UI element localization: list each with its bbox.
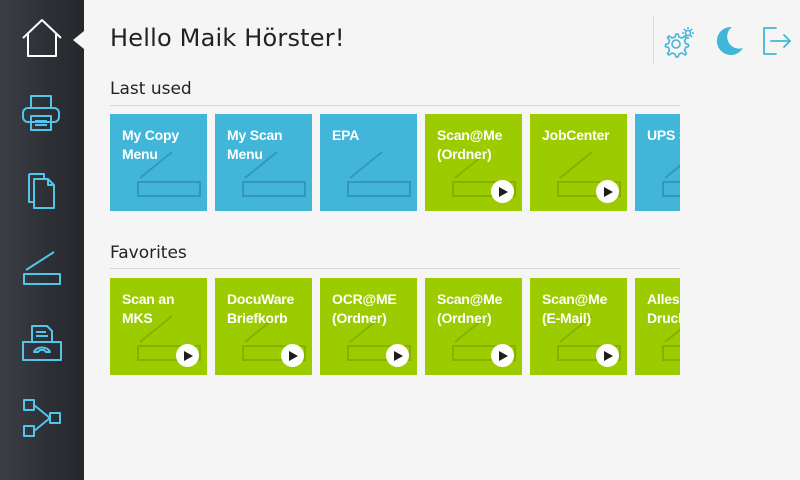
play-icon[interactable] [176,344,199,367]
tile-label: Alles Druck [647,291,680,326]
scanner-icon [20,244,64,293]
fax-icon [20,320,64,369]
scanner-watermark-icon [662,164,680,197]
sidebar [0,0,84,480]
home-icon [20,16,64,65]
section-divider [110,268,680,269]
logout-icon[interactable] [760,24,794,58]
workflow-tile[interactable]: JobCenter [530,114,627,211]
section-title-last-used: Last used [110,79,192,99]
favorites-tiles: Scan an MKS DocuWare Briefkorb OCR@ME (Ord… [110,278,680,375]
printer-icon [20,92,64,141]
workflow-tile[interactable]: DocuWare Briefkorb [215,278,312,375]
workflow-tile[interactable]: Scan@Me (E-Mail) [530,278,627,375]
sidebar-item-workflow[interactable] [0,388,84,452]
workflow-tile[interactable]: UPS S [635,114,680,211]
section-title-favorites: Favorites [110,243,187,263]
play-icon[interactable] [596,180,619,203]
play-icon[interactable] [596,344,619,367]
play-icon[interactable] [491,180,514,203]
workflow-tile[interactable]: Alles Druck [635,278,680,375]
settings-icon[interactable] [663,24,697,58]
tile-label: OCR@ME (Ordner) [332,291,397,326]
tile-label: Scan@Me (Ordner) [437,127,503,162]
workflow-tile[interactable]: OCR@ME (Ordner) [320,278,417,375]
tile-label: UPS S [647,127,680,143]
tile-label: Scan@Me (Ordner) [437,291,503,326]
last-used-tiles: My Copy Menu My Scan Menu EPA Scan@Me (Ordn… [110,114,680,211]
tile-label: DocuWare Briefkorb [227,291,295,326]
sidebar-item-home[interactable] [0,8,84,72]
section-divider [110,105,680,106]
sidebar-item-print[interactable] [0,84,84,148]
play-icon[interactable] [281,344,304,367]
workflow-icon [20,396,64,445]
scanner-watermark-icon [347,151,411,197]
tile-label: EPA [332,127,360,143]
tile-label: My Copy Menu [122,127,179,162]
header-divider [653,16,654,64]
workflow-tile[interactable]: Scan an MKS [110,278,207,375]
sidebar-item-copy[interactable] [0,160,84,224]
greeting-title: Hello Maik Hörster! [110,24,345,52]
play-icon[interactable] [386,344,409,367]
tile-label: Scan@Me (E-Mail) [542,291,608,326]
night-mode-icon[interactable] [712,24,746,58]
tile-label: JobCenter [542,127,610,143]
sidebar-item-scan[interactable] [0,236,84,300]
tile-label: Scan an MKS [122,291,175,326]
workflow-tile[interactable]: Scan@Me (Ordner) [425,278,522,375]
workflow-tile[interactable]: My Copy Menu [110,114,207,211]
copy-icon [20,168,64,217]
sidebar-item-fax[interactable] [0,312,84,376]
workflow-tile[interactable]: EPA [320,114,417,211]
workflow-tile[interactable]: My Scan Menu [215,114,312,211]
tile-label: My Scan Menu [227,127,283,162]
workflow-tile[interactable]: Scan@Me (Ordner) [425,114,522,211]
play-icon[interactable] [491,344,514,367]
